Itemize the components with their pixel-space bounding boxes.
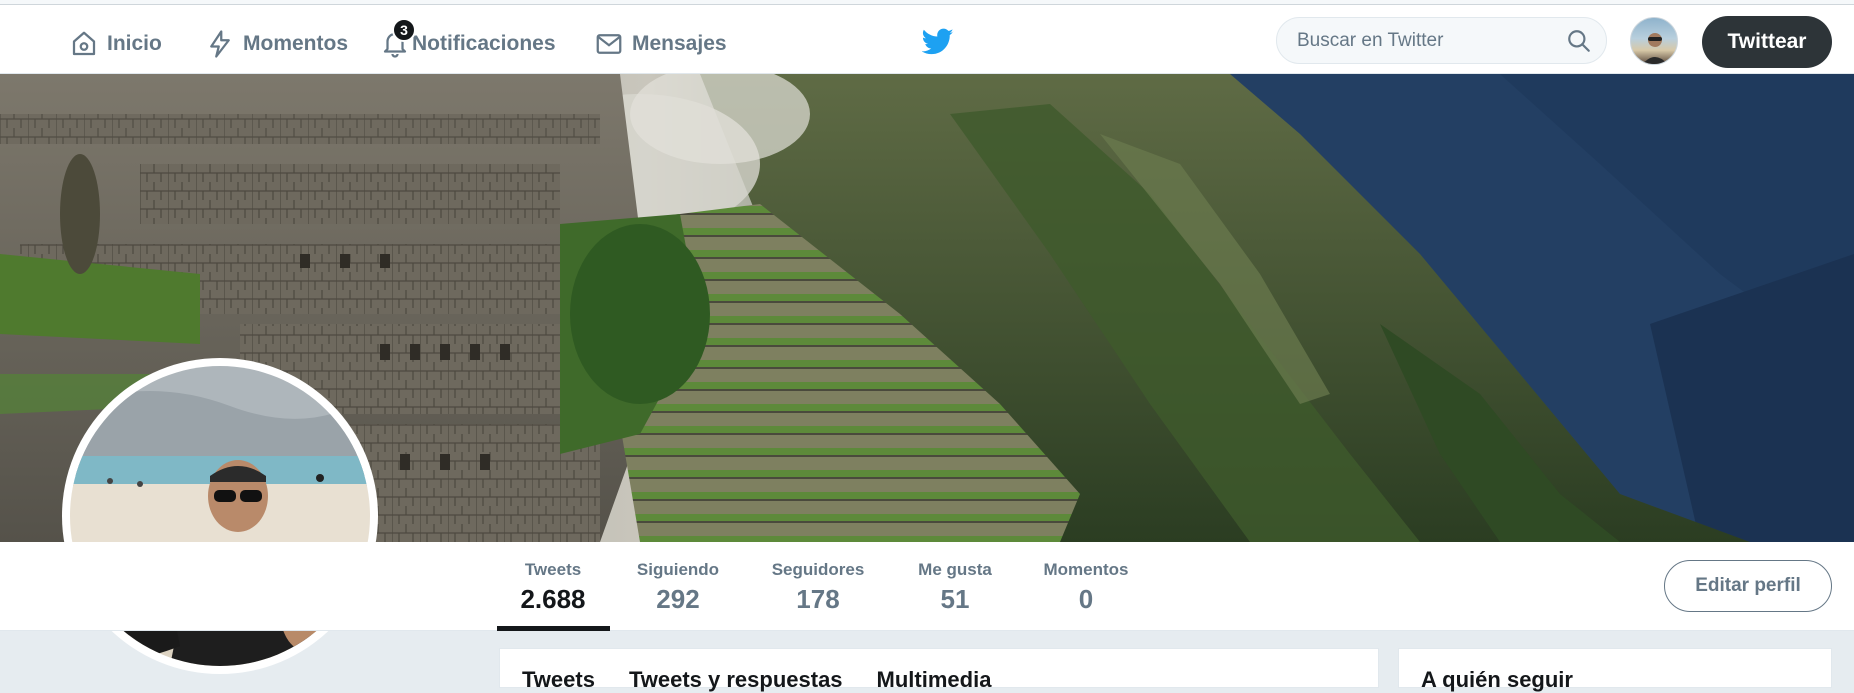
stat-followers[interactable]: Seguidores 178	[762, 560, 874, 615]
lightning-icon	[210, 30, 230, 58]
avatar-icon	[1642, 33, 1668, 64]
stat-likes-value: 51	[940, 584, 970, 614]
profile-nav-bar: Tweets 2.688 Siguiendo 292 Seguidores 17…	[0, 542, 1854, 631]
stat-following[interactable]: Siguiendo 292	[628, 560, 728, 615]
search-input[interactable]	[1297, 29, 1566, 52]
nav-home-label: Inicio	[107, 32, 162, 55]
tweet-button[interactable]: Twittear	[1702, 16, 1832, 68]
timeline-tabs: Tweets Tweets y respuestas Multimedia	[522, 667, 991, 693]
stat-tweets-label: Tweets	[524, 560, 582, 579]
timeline-card: Tweets Tweets y respuestas Multimedia	[499, 648, 1379, 692]
stat-following-value: 292	[656, 584, 700, 614]
nav-notifications-label: Notificaciones	[412, 32, 556, 55]
search-box[interactable]	[1276, 17, 1607, 64]
twitter-bird-logo[interactable]	[922, 27, 954, 57]
home-icon	[72, 31, 96, 56]
timeline-tab-media[interactable]: Multimedia	[877, 667, 992, 693]
edit-profile-button[interactable]: Editar perfil	[1664, 560, 1832, 612]
stat-following-label: Siguiendo	[636, 560, 720, 579]
nav-home[interactable]: Inicio	[69, 24, 162, 64]
stat-moments[interactable]: Momentos 0	[1035, 560, 1137, 615]
stat-moments-value: 0	[1078, 584, 1094, 614]
top-navbar: Inicio Momentos 3 Notificaciones Mensaje…	[0, 5, 1854, 74]
stat-likes-label: Me gusta	[918, 560, 992, 579]
search-icon[interactable]	[1566, 28, 1592, 54]
stat-likes[interactable]: Me gusta 51	[905, 560, 1005, 615]
nav-messages-label: Mensajes	[632, 32, 727, 55]
nav-moments[interactable]: Momentos	[205, 24, 348, 64]
stat-tweets-value: 2.688	[520, 584, 586, 614]
nav-moments-label: Momentos	[243, 32, 348, 55]
timeline-tab-tweets[interactable]: Tweets	[522, 667, 595, 693]
stat-tweets[interactable]: Tweets 2.688	[503, 560, 603, 615]
nav-messages[interactable]: Mensajes	[594, 24, 727, 64]
user-avatar-menu[interactable]	[1630, 17, 1678, 65]
who-to-follow-title: A quién seguir	[1421, 667, 1573, 692]
timeline-tab-replies[interactable]: Tweets y respuestas	[629, 667, 843, 693]
active-tab-indicator	[497, 626, 610, 631]
stat-followers-label: Seguidores	[771, 560, 865, 579]
stat-followers-value: 178	[796, 584, 840, 614]
who-to-follow-card: A quién seguir	[1398, 648, 1832, 692]
envelope-icon	[596, 34, 622, 54]
stat-moments-label: Momentos	[1043, 560, 1129, 579]
notification-count-badge: 3	[392, 18, 416, 42]
nav-notifications[interactable]: 3 Notificaciones	[380, 18, 556, 64]
